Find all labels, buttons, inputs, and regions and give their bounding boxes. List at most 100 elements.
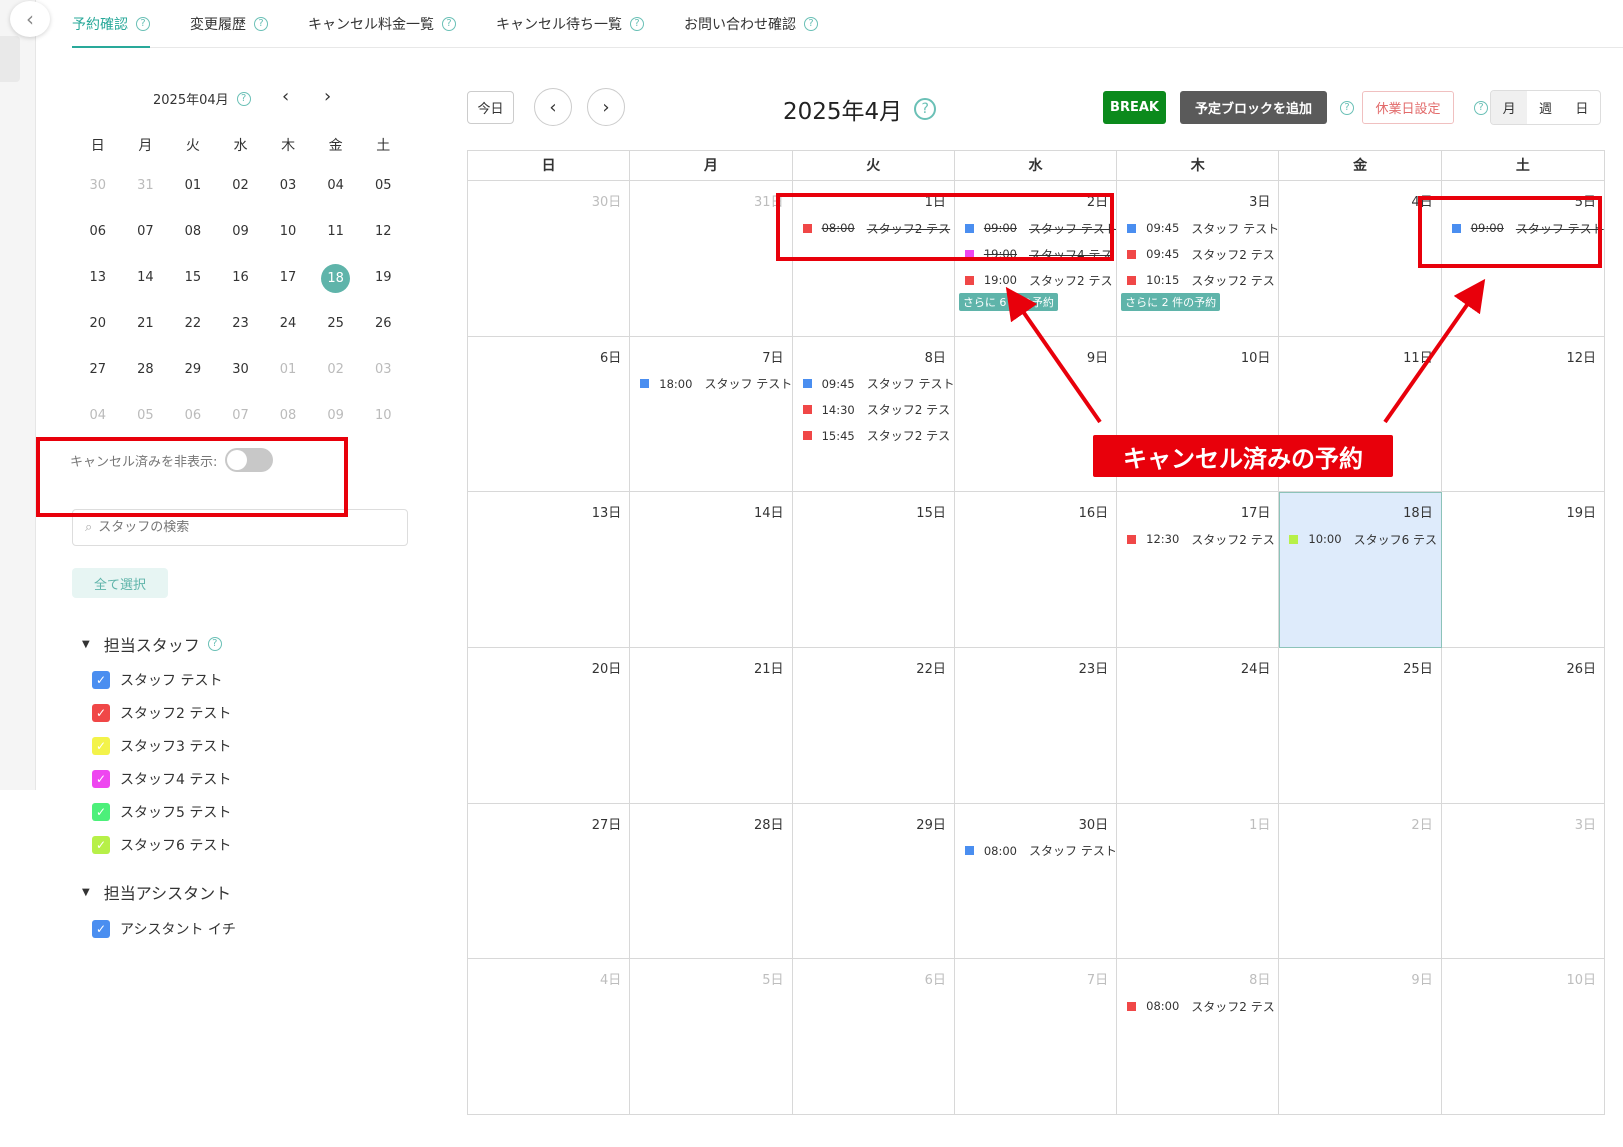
calendar-day[interactable]: 20日 <box>468 648 631 804</box>
calendar-day[interactable]: 30日 <box>468 181 631 337</box>
help-icon[interactable]: ? <box>236 91 251 106</box>
help-icon[interactable]: ? <box>207 637 222 651</box>
calendar-day[interactable]: 17日 12:30 スタッフ2 テス <box>1117 492 1280 648</box>
calendar-day[interactable]: 3日 09:45 スタッフ テスト 09:45 スタッフ2 テス 10:15 スタッフ2 テ… <box>1117 181 1280 337</box>
calendar-day[interactable]: 9日 <box>1279 959 1442 1115</box>
calendar-day[interactable]: 4日 <box>468 959 631 1115</box>
calendar-day[interactable]: 14日 <box>630 492 793 648</box>
mini-day[interactable]: 15 <box>169 262 217 308</box>
checkbox[interactable]: ✓ <box>92 803 110 821</box>
mini-day[interactable]: 01 <box>169 170 217 216</box>
reservation-event[interactable]: 12:30 スタッフ2 テス <box>1117 526 1278 552</box>
mini-day[interactable]: 26 <box>359 308 407 354</box>
calendar-day[interactable]: 28日 <box>630 803 793 960</box>
reservation-event[interactable]: 09:45 スタッフ2 テス <box>1117 241 1278 267</box>
mini-day[interactable]: 03 <box>264 170 312 216</box>
calendar-day[interactable]: 15日 <box>792 492 955 648</box>
mini-day[interactable]: 10 <box>264 216 312 262</box>
help-icon[interactable]: ? <box>136 16 150 31</box>
calendar-day[interactable]: 2日 <box>1279 803 1442 960</box>
calendar-day[interactable]: 23日 <box>954 648 1118 804</box>
help-icon[interactable]: ? <box>914 98 937 120</box>
checkbox[interactable]: ✓ <box>92 836 110 854</box>
mini-day[interactable]: 11 <box>312 216 360 262</box>
mini-day[interactable]: 24 <box>264 308 312 354</box>
mini-day[interactable]: 02 <box>312 354 360 400</box>
mini-day[interactable]: 23 <box>217 308 265 354</box>
calendar-day[interactable]: 8日 08:00 スタッフ2 テス <box>1117 959 1280 1115</box>
calendar-day[interactable]: 7日 <box>955 959 1118 1115</box>
checkbox-row[interactable]: ✓ スタッフ4 テスト <box>92 769 231 789</box>
calendar-day[interactable]: 13日 <box>468 492 631 648</box>
calendar-day[interactable]: 25日 <box>1279 648 1442 804</box>
mini-day[interactable]: 27 <box>74 354 122 400</box>
calendar-day[interactable]: 8日 09:45 スタッフ テスト 14:30 スタッフ2 テス 15:45 スタッフ2 テ… <box>792 336 955 493</box>
reservation-event[interactable]: 14:30 スタッフ2 テス <box>793 397 954 423</box>
mini-day[interactable]: 29 <box>169 354 217 400</box>
mini-day[interactable]: 07 <box>122 216 170 262</box>
calendar-day[interactable]: 26日 <box>1441 648 1604 804</box>
mini-day[interactable]: 13 <box>74 262 122 308</box>
calendar-day[interactable]: 31日 <box>630 181 793 337</box>
mini-day[interactable]: 28 <box>122 354 170 400</box>
staff-group-title[interactable]: ▼ 担当スタッフ ? <box>82 632 222 656</box>
mini-day[interactable]: 05 <box>359 170 407 216</box>
tab-inquiries[interactable]: お問い合わせ確認? <box>684 0 818 47</box>
calendar-day[interactable]: 22日 <box>792 648 955 804</box>
mini-day[interactable]: 31 <box>122 170 170 216</box>
mini-day[interactable]: 16 <box>217 262 265 308</box>
checkbox[interactable]: ✓ <box>92 737 110 755</box>
calendar-day[interactable]: 19日 <box>1441 492 1604 648</box>
reservation-event[interactable]: 09:45 スタッフ テスト <box>793 371 954 397</box>
calendar-day[interactable]: 30日 08:00 スタッフ テスト <box>954 803 1118 960</box>
reservation-event[interactable]: 19:00 スタッフ2 テス <box>955 267 1116 293</box>
mini-day[interactable]: 25 <box>312 308 360 354</box>
checkbox-row[interactable]: ✓ スタッフ2 テスト <box>92 703 231 723</box>
help-icon[interactable]: ? <box>804 16 818 31</box>
calendar-day[interactable]: 12日 <box>1441 337 1604 493</box>
mini-day[interactable]: 14 <box>122 262 170 308</box>
calendar-day[interactable]: 24日 <box>1117 648 1280 804</box>
tab-cancel-fees[interactable]: キャンセル料金一覧? <box>308 0 456 47</box>
checkbox[interactable]: ✓ <box>92 671 110 689</box>
checkbox[interactable]: ✓ <box>92 920 110 938</box>
calendar-day[interactable]: 6日 <box>793 959 955 1115</box>
checkbox-row[interactable]: ✓ スタッフ3 テスト <box>92 736 231 756</box>
mini-day[interactable]: 17 <box>264 262 312 308</box>
calendar-day[interactable]: 10日 <box>1442 959 1604 1115</box>
reservation-event[interactable]: 08:00 スタッフ テスト <box>955 838 1116 864</box>
mini-day[interactable]: 02 <box>217 170 265 216</box>
tab-waitlist[interactable]: キャンセル待ち一覧? <box>496 0 644 47</box>
checkbox[interactable]: ✓ <box>92 704 110 722</box>
collapse-back-button[interactable]: ‹ <box>10 1 50 37</box>
mini-day[interactable]: 19 <box>359 262 407 308</box>
checkbox-row[interactable]: ✓ スタッフ テスト <box>92 670 222 690</box>
mini-next-month-icon[interactable]: › <box>324 86 331 107</box>
tab-change-history[interactable]: 変更履歴? <box>190 0 268 47</box>
checkbox-row[interactable]: ✓ スタッフ6 テスト <box>92 835 231 855</box>
reservation-event[interactable]: 08:00 スタッフ2 テス <box>1117 993 1278 1019</box>
tab-reservations[interactable]: 予約確認? <box>72 0 150 48</box>
calendar-day-today[interactable]: 18日 10:00 スタッフ6 テス <box>1279 492 1442 648</box>
calendar-day[interactable]: 16日 <box>954 492 1118 648</box>
help-icon[interactable]: ? <box>1340 101 1354 115</box>
mini-day-today[interactable]: 18 <box>312 262 360 308</box>
checkbox-row[interactable]: ✓ スタッフ5 テスト <box>92 802 231 822</box>
view-week-button[interactable]: 週 <box>1527 91 1563 124</box>
select-all-button[interactable]: 全て選択 <box>72 568 168 598</box>
help-icon[interactable]: ? <box>630 16 644 31</box>
calendar-day[interactable]: 29日 <box>792 803 955 960</box>
reservation-event[interactable]: 18:00 スタッフ テスト <box>630 371 792 397</box>
checkbox[interactable]: ✓ <box>92 770 110 788</box>
mini-day[interactable]: 30 <box>217 354 265 400</box>
assistant-group-title[interactable]: ▼ 担当アシスタント <box>82 880 231 904</box>
mini-day[interactable]: 06 <box>74 216 122 262</box>
mini-day[interactable]: 04 <box>312 170 360 216</box>
add-schedule-block-button[interactable]: 予定ブロックを追加 <box>1180 91 1327 124</box>
reservation-event[interactable]: 10:00 スタッフ6 テス <box>1279 526 1440 552</box>
calendar-day[interactable]: 27日 <box>468 803 631 960</box>
reservation-event[interactable]: 09:45 スタッフ テスト <box>1117 215 1278 241</box>
calendar-day[interactable]: 21日 <box>630 648 793 804</box>
mini-day[interactable]: 12 <box>359 216 407 262</box>
more-reservations-badge[interactable]: さらに 6 件の予約 <box>958 293 1058 311</box>
